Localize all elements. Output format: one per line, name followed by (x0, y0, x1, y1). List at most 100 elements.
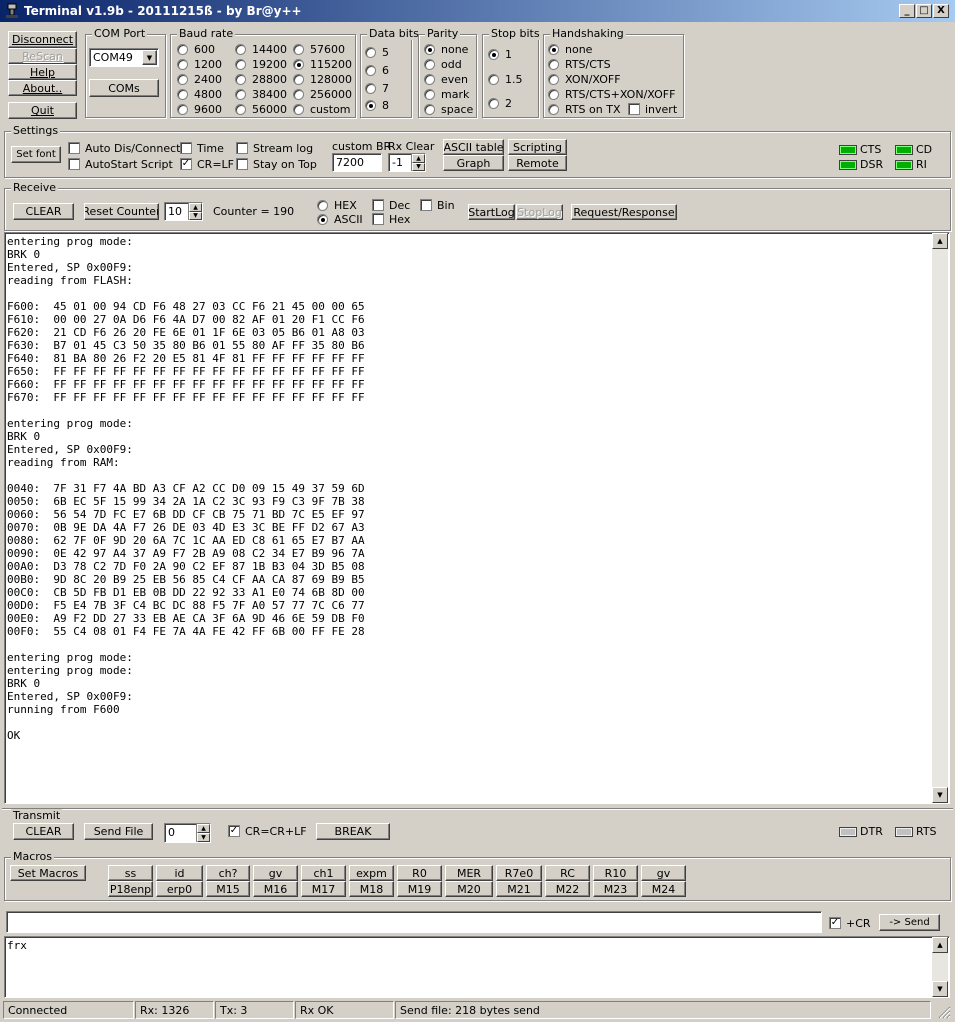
reset-counter-button[interactable]: Reset Counter (84, 203, 159, 220)
macro-button-row2-12[interactable]: M24 (641, 881, 686, 897)
baud-4800[interactable]: 4800 (177, 87, 222, 101)
macro-button-row1-1[interactable]: ss (108, 865, 153, 881)
scripting-button[interactable]: Scripting (508, 139, 567, 155)
stream-log-checkbox[interactable]: Stream log (236, 141, 313, 155)
remote-button[interactable]: Remote (508, 155, 567, 171)
parity-space[interactable]: space (424, 102, 473, 116)
baud-128000[interactable]: 128000 (293, 72, 352, 86)
macro-button-row2-3[interactable]: M15 (206, 881, 250, 897)
startlog-button[interactable]: StartLog (468, 204, 515, 220)
baud-115200[interactable]: 115200 (293, 57, 352, 71)
spin-up-icon[interactable]: ▲ (412, 154, 425, 163)
cr-crlf-checkbox[interactable]: ✓ CR=CR+LF (228, 824, 307, 838)
send-file-button[interactable]: Send File (84, 823, 153, 840)
macro-button-row1-11[interactable]: R10 (593, 865, 638, 881)
macro-button-row2-11[interactable]: M23 (593, 881, 638, 897)
parity-even[interactable]: even (424, 72, 468, 86)
break-button[interactable]: BREAK (316, 823, 390, 840)
macro-button-row1-8[interactable]: MER (445, 865, 493, 881)
scroll-up-icon[interactable]: ▲ (932, 937, 948, 953)
baud-256000[interactable]: 256000 (293, 87, 352, 101)
dec-checkbox[interactable]: Dec (372, 198, 410, 212)
resize-grip-icon[interactable] (937, 1005, 951, 1019)
spin-down-icon[interactable]: ▼ (412, 162, 425, 171)
handshaking-none[interactable]: none (548, 42, 592, 56)
send-input[interactable] (6, 911, 822, 933)
coms-button[interactable]: COMs (89, 79, 159, 97)
macro-button-row2-2[interactable]: erp0 (156, 881, 203, 897)
macro-button-row2-6[interactable]: M18 (349, 881, 394, 897)
stoplog-button[interactable]: StopLog (516, 204, 563, 220)
baud-14400[interactable]: 14400 (235, 42, 287, 56)
spin-down-icon[interactable]: ▼ (197, 833, 210, 842)
baud-38400[interactable]: 38400 (235, 87, 287, 101)
baud-56000[interactable]: 56000 (235, 102, 287, 116)
maximize-button[interactable]: □ (916, 4, 932, 18)
handshaking-xon-xoff[interactable]: XON/XOFF (548, 72, 621, 86)
cr-lf-checkbox[interactable]: ✓ CR=LF (180, 157, 234, 171)
rescan-button[interactable]: ReScan (8, 48, 77, 64)
send-log-terminal[interactable]: frx (4, 936, 950, 998)
invert-checkbox[interactable]: invert (628, 102, 677, 116)
set-font-button[interactable]: Set font (11, 146, 61, 163)
spin-down-icon[interactable]: ▼ (189, 211, 202, 220)
time-checkbox[interactable]: Time (180, 141, 224, 155)
baud-600[interactable]: 600 (177, 42, 215, 56)
hex-checkbox[interactable]: Hex (372, 212, 410, 226)
request-response-button[interactable]: Request/Response (571, 204, 677, 220)
data-bits-6[interactable]: 6 (365, 63, 389, 77)
counter-spinner[interactable]: ▲ ▼ (188, 203, 202, 220)
rts-toggle[interactable]: RTS (895, 825, 937, 838)
stop-bits-1[interactable]: 1 (488, 47, 512, 61)
send-button[interactable]: -> Send (879, 914, 940, 931)
close-button[interactable]: X (933, 4, 949, 18)
macro-button-row1-3[interactable]: ch? (206, 865, 250, 881)
data-bits-8[interactable]: 8 (365, 98, 389, 112)
macro-button-row1-12[interactable]: gv (641, 865, 686, 881)
handshaking-rts-cts-xon-xoff[interactable]: RTS/CTS+XON/XOFF (548, 87, 675, 101)
send-log-scrollbar[interactable]: ▲ ▼ (932, 937, 948, 997)
baud-2400[interactable]: 2400 (177, 72, 222, 86)
bin-checkbox[interactable]: Bin (420, 198, 455, 212)
minimize-button[interactable]: _ (899, 4, 915, 18)
data-bits-7[interactable]: 7 (365, 81, 389, 95)
custom-br-input[interactable]: 7200 (332, 153, 382, 172)
receive-clear-button[interactable]: CLEAR (13, 203, 74, 220)
macro-button-row2-9[interactable]: M21 (496, 881, 542, 897)
baud-9600[interactable]: 9600 (177, 102, 222, 116)
stop-bits-1-5[interactable]: 1.5 (488, 72, 523, 86)
baud-custom[interactable]: custom (293, 102, 351, 116)
baud-1200[interactable]: 1200 (177, 57, 222, 71)
spin-up-icon[interactable]: ▲ (189, 203, 202, 212)
scroll-down-icon[interactable]: ▼ (932, 981, 948, 997)
macro-button-row2-10[interactable]: M22 (545, 881, 590, 897)
handshaking-rts-on-tx[interactable]: RTS on TX (548, 102, 621, 116)
macro-button-row2-7[interactable]: M19 (397, 881, 442, 897)
macro-button-row2-4[interactable]: M16 (253, 881, 298, 897)
macro-button-row2-1[interactable]: P18enp (108, 881, 153, 897)
autostart-script-checkbox[interactable]: AutoStart Script (68, 157, 173, 171)
plus-cr-checkbox[interactable]: ✓ +CR (829, 916, 871, 930)
macro-button-row1-9[interactable]: R7e0 (496, 865, 542, 881)
ascii-table-button[interactable]: ASCII table (443, 139, 504, 155)
baud-28800[interactable]: 28800 (235, 72, 287, 86)
baud-19200[interactable]: 19200 (235, 57, 287, 71)
com-port-dropdown-icon[interactable]: ▼ (142, 50, 157, 65)
handshaking-rts-cts[interactable]: RTS/CTS (548, 57, 611, 71)
stop-bits-2[interactable]: 2 (488, 96, 512, 110)
macro-button-row1-2[interactable]: id (156, 865, 203, 881)
macro-button-row1-5[interactable]: ch1 (301, 865, 346, 881)
dtr-toggle[interactable]: DTR (839, 825, 883, 838)
receive-ascii-radio[interactable]: ASCII (317, 212, 363, 226)
help-button[interactable]: Help (8, 64, 77, 80)
parity-mark[interactable]: mark (424, 87, 469, 101)
macro-button-row1-4[interactable]: gv (253, 865, 298, 881)
macro-button-row1-10[interactable]: RC (545, 865, 590, 881)
receive-hex-radio[interactable]: HEX (317, 198, 357, 212)
parity-odd[interactable]: odd (424, 57, 462, 71)
receive-scrollbar[interactable]: ▲ ▼ (932, 233, 948, 803)
macro-button-row2-8[interactable]: M20 (445, 881, 493, 897)
macro-button-row1-7[interactable]: R0 (397, 865, 442, 881)
macro-button-row1-6[interactable]: expm (349, 865, 394, 881)
about-button[interactable]: About.. (8, 80, 77, 96)
